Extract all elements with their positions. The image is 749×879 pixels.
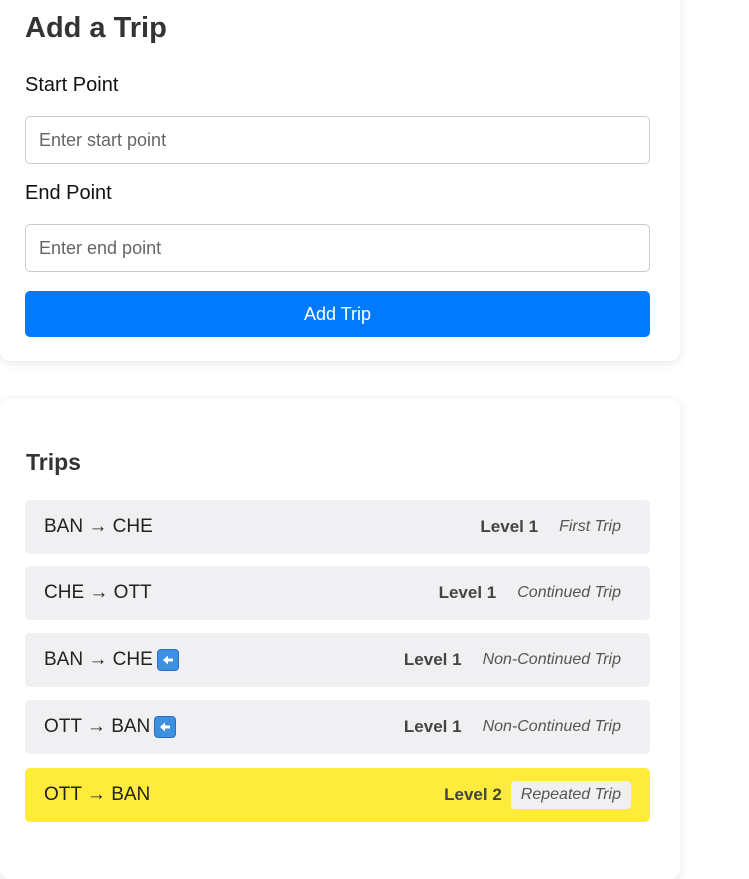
trip-type-badge: Repeated Trip xyxy=(510,781,631,809)
add-trip-card: Add a Trip Start Point End Point Add Tri… xyxy=(0,0,680,361)
trip-route: BAN → CHE xyxy=(44,649,153,670)
start-point-label: Start Point xyxy=(25,74,119,96)
trip-route: OTT → BAN xyxy=(44,716,151,737)
trip-row[interactable]: OTT → BAN Level 1 Non-Continued Trip xyxy=(25,700,650,754)
add-trip-button[interactable]: Add Trip xyxy=(25,291,650,337)
trips-card: Trips BAN → CHE Level 1 First Trip CHE →… xyxy=(0,399,680,879)
end-point-label: End Point xyxy=(25,182,112,204)
trip-level: Level 1 xyxy=(403,650,462,669)
trip-row[interactable]: BAN → CHE Level 1 First Trip xyxy=(25,500,650,554)
trip-type: Continued Trip xyxy=(517,584,621,601)
trip-route: CHE → OTT xyxy=(44,582,152,603)
left-arrow-icon xyxy=(154,716,177,738)
trip-level: Level 2 xyxy=(444,785,502,804)
trip-row[interactable]: BAN → CHE Level 1 Non-Continued Trip xyxy=(25,633,650,687)
trip-route: BAN → CHE xyxy=(44,516,153,537)
trip-type: Non-Continued Trip xyxy=(482,718,621,735)
trip-level: Level 1 xyxy=(403,717,462,736)
page-title: Add a Trip xyxy=(25,12,167,44)
trip-route-wrap: BAN → CHE xyxy=(44,649,179,671)
trip-route-wrap: OTT → BAN xyxy=(44,716,177,738)
left-arrow-icon xyxy=(156,649,179,671)
trip-route: OTT → BAN xyxy=(44,784,151,805)
trip-type: First Trip xyxy=(559,518,621,535)
end-point-input[interactable] xyxy=(25,224,650,272)
trip-row[interactable]: CHE → OTT Level 1 Continued Trip xyxy=(25,566,650,620)
trip-row-highlighted[interactable]: OTT → BAN Level 2 Repeated Trip xyxy=(25,768,650,822)
start-point-input[interactable] xyxy=(25,116,650,164)
trip-type: Non-Continued Trip xyxy=(482,651,621,668)
trip-level: Level 1 xyxy=(438,583,497,602)
trips-heading: Trips xyxy=(26,449,81,475)
trip-level: Level 1 xyxy=(480,517,539,536)
